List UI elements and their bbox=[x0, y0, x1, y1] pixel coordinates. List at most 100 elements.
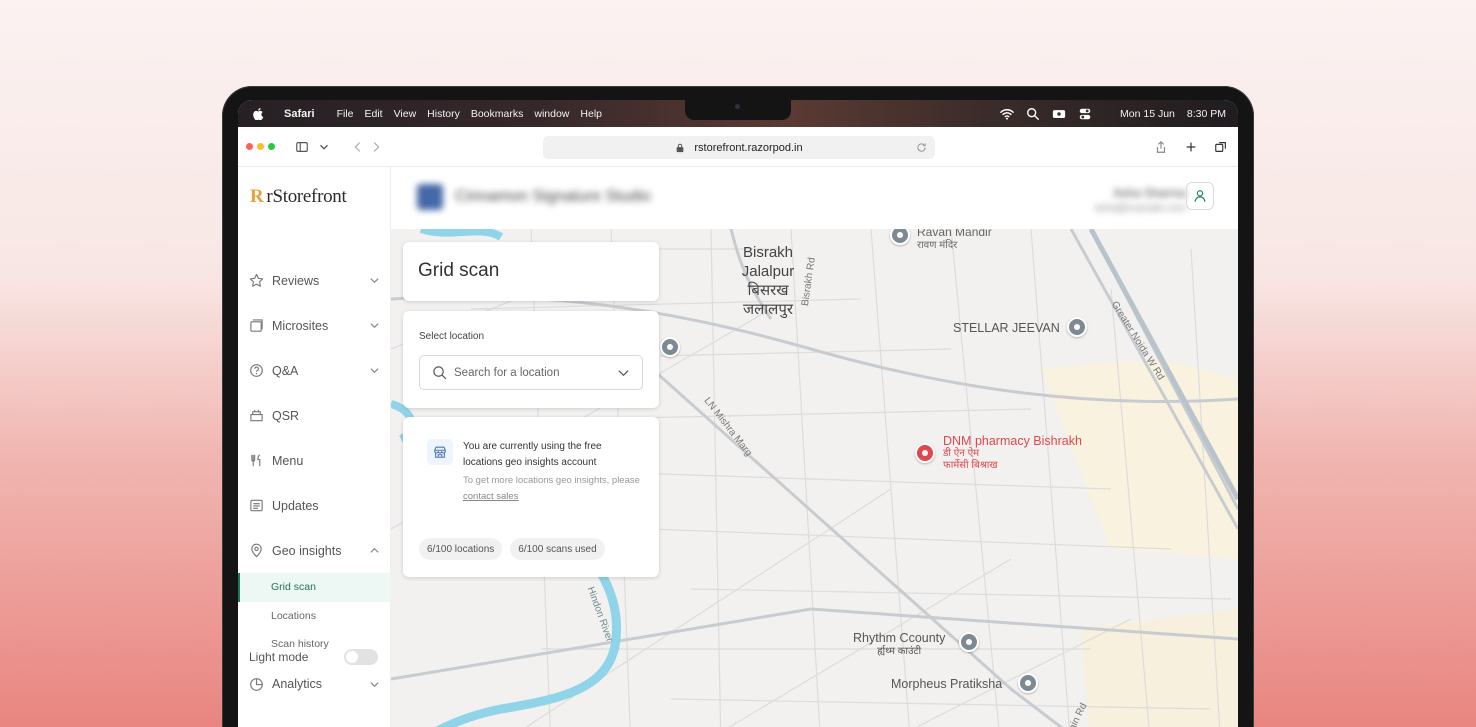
lock-icon bbox=[677, 143, 684, 152]
map-pin-ln-mishra[interactable] bbox=[660, 337, 680, 357]
chevron-down-icon bbox=[370, 368, 379, 374]
menubar-app-name[interactable]: Safari bbox=[284, 108, 315, 120]
map-label-bisrakh: Bisrakh Jalalpur बिसरख जलालपुर bbox=[733, 243, 803, 319]
menu-file[interactable]: File bbox=[337, 108, 354, 120]
sidebar-item-label: Microsites bbox=[272, 318, 329, 333]
sidebar-item-qsr[interactable]: QSR bbox=[238, 393, 391, 438]
menu-help[interactable]: Help bbox=[580, 108, 602, 120]
search-icon bbox=[433, 366, 447, 380]
camera-notch bbox=[685, 100, 791, 120]
menu-edit[interactable]: Edit bbox=[365, 108, 383, 120]
map-pin-rhythm[interactable] bbox=[959, 632, 979, 652]
analytics-icon bbox=[250, 677, 263, 691]
chevron-down-icon bbox=[370, 681, 379, 687]
upgrade-hint: To get more locations geo insights, plea… bbox=[463, 473, 643, 505]
app-area: R rStorefront Reviews Microsites Q&A QSR… bbox=[238, 167, 1238, 727]
chevron-down-icon bbox=[370, 323, 379, 329]
map-label-rhythm: Rhythm Ccounty र्ह्यथ्म काउंटी bbox=[853, 631, 945, 659]
sidebar-subitem-locations[interactable]: Locations bbox=[238, 602, 391, 631]
microsites-icon bbox=[250, 319, 263, 332]
maximize-window-button[interactable] bbox=[268, 143, 275, 150]
menubar-time[interactable]: 8:30 PM bbox=[1187, 108, 1226, 120]
sidebar-nav: Reviews Microsites Q&A QSR Menu Updates … bbox=[238, 258, 391, 707]
close-window-button[interactable] bbox=[246, 143, 253, 150]
menu-bookmarks[interactable]: Bookmarks bbox=[471, 108, 524, 120]
map-pin-stellar[interactable] bbox=[1067, 317, 1087, 337]
map-label-dnm-en: DNM pharmacy Bishrakh bbox=[943, 434, 1082, 448]
sidebar-item-label: Analytics bbox=[272, 677, 323, 691]
wifi-icon[interactable] bbox=[1000, 107, 1014, 121]
user-name: Asha Sharma bbox=[1113, 186, 1186, 200]
menubar-date[interactable]: Mon 15 Jun bbox=[1120, 108, 1175, 120]
apple-logo-icon[interactable] bbox=[252, 107, 264, 120]
map-label-bisrakh-hi: बिसरख जलालपुर bbox=[742, 282, 793, 318]
user-icon bbox=[1194, 190, 1206, 202]
forward-icon[interactable] bbox=[369, 140, 383, 154]
light-mode-toggle[interactable] bbox=[344, 649, 378, 665]
store-icon bbox=[427, 439, 453, 465]
question-icon bbox=[250, 364, 263, 377]
sidebar-item-menu[interactable]: Menu bbox=[238, 438, 391, 483]
free-account-text: You are currently using the free locatio… bbox=[463, 441, 602, 468]
business-switcher[interactable]: Cinnamon Signature Studio bbox=[417, 184, 651, 210]
browser-toolbar: rstorefront.razorpod.in bbox=[238, 127, 1238, 167]
upgrade-hint-text: To get more locations geo insights, plea… bbox=[463, 475, 640, 486]
new-tab-icon[interactable] bbox=[1184, 140, 1198, 154]
menu-view[interactable]: View bbox=[394, 108, 417, 120]
sidebar-toggle-icon[interactable] bbox=[295, 140, 309, 154]
location-search-select[interactable]: Search for a location bbox=[419, 355, 643, 390]
map-label-dnm: DNM pharmacy Bishrakh डी ऐन ऐम फार्मेसी … bbox=[943, 434, 1082, 472]
brand-logo[interactable]: R rStorefront bbox=[250, 186, 347, 208]
map-label-ravan-hi: रावण मंदिर bbox=[917, 240, 958, 251]
menu-history[interactable]: History bbox=[427, 108, 460, 120]
sidebar-item-qa[interactable]: Q&A bbox=[238, 348, 391, 393]
app-header: Cinnamon Signature Studio Asha Sharma as… bbox=[391, 167, 1238, 229]
sidebar-item-analytics[interactable]: Analytics bbox=[238, 662, 391, 707]
chevron-down-icon bbox=[370, 278, 379, 284]
light-mode-label: Light mode bbox=[249, 650, 309, 664]
control-center-icon[interactable] bbox=[1078, 107, 1092, 121]
sidebar: R rStorefront Reviews Microsites Q&A QSR… bbox=[238, 167, 391, 727]
map-label-rhythm-hi: र्ह्यथ्म काउंटी bbox=[877, 646, 922, 657]
sidebar-item-updates[interactable]: Updates bbox=[238, 483, 391, 528]
scans-usage-chip: 6/100 scans used bbox=[510, 538, 605, 560]
map-label-rhythm-en: Rhythm Ccounty bbox=[853, 631, 946, 645]
search-icon[interactable] bbox=[1026, 107, 1040, 121]
business-name: Cinnamon Signature Studio bbox=[455, 188, 651, 205]
window-controls bbox=[246, 143, 275, 150]
sidebar-item-reviews[interactable]: Reviews bbox=[238, 258, 391, 303]
map-view[interactable]: Bisrakh Jalalpur बिसरख जलालपुर Bisrakh R… bbox=[391, 229, 1238, 727]
locations-usage-chip: 6/100 locations bbox=[419, 538, 503, 560]
map-label-ravan-en: Ravan Mandir bbox=[917, 229, 992, 239]
chevron-down-icon[interactable] bbox=[317, 140, 331, 154]
tab-overview-icon[interactable] bbox=[1214, 140, 1228, 154]
brand-mark: R bbox=[250, 186, 264, 207]
contact-sales-link[interactable]: contact sales bbox=[463, 491, 518, 502]
sidebar-item-label: QSR bbox=[272, 408, 300, 423]
reload-icon[interactable] bbox=[916, 142, 927, 153]
sidebar-item-microsites[interactable]: Microsites bbox=[238, 303, 391, 348]
back-icon[interactable] bbox=[351, 140, 365, 154]
sidebar-item-geo-insights[interactable]: Geo insights bbox=[238, 528, 391, 573]
address-bar[interactable]: rstorefront.razorpod.in bbox=[543, 136, 935, 159]
user-info: Asha Sharma asha@example.com bbox=[1095, 186, 1186, 214]
sidebar-item-label: Q&A bbox=[272, 363, 299, 378]
menu-window[interactable]: window bbox=[534, 108, 569, 120]
screen-record-icon[interactable] bbox=[1052, 107, 1066, 121]
updates-icon bbox=[250, 499, 263, 512]
page-title: Grid scan bbox=[403, 242, 659, 301]
share-icon[interactable] bbox=[1154, 140, 1168, 154]
map-pin-dnm-pharmacy[interactable] bbox=[915, 443, 935, 463]
minimize-window-button[interactable] bbox=[257, 143, 264, 150]
map-label-dnm-hi: डी ऐन ऐम फार्मेसी बिश्राख bbox=[943, 448, 998, 471]
user-profile-button[interactable] bbox=[1186, 182, 1214, 210]
star-icon bbox=[249, 273, 264, 287]
sidebar-item-label: Updates bbox=[272, 498, 319, 513]
map-label-ravan: Ravan Mandir रावण मंदिर bbox=[917, 229, 992, 253]
free-account-notice: You are currently using the free locatio… bbox=[419, 439, 643, 505]
sidebar-item-label: Geo insights bbox=[272, 543, 342, 558]
fork-knife-icon bbox=[251, 454, 261, 467]
qsr-icon bbox=[250, 409, 263, 422]
sidebar-subitem-grid-scan[interactable]: Grid scan bbox=[238, 573, 391, 602]
map-pin-morpheus[interactable] bbox=[1018, 673, 1038, 693]
